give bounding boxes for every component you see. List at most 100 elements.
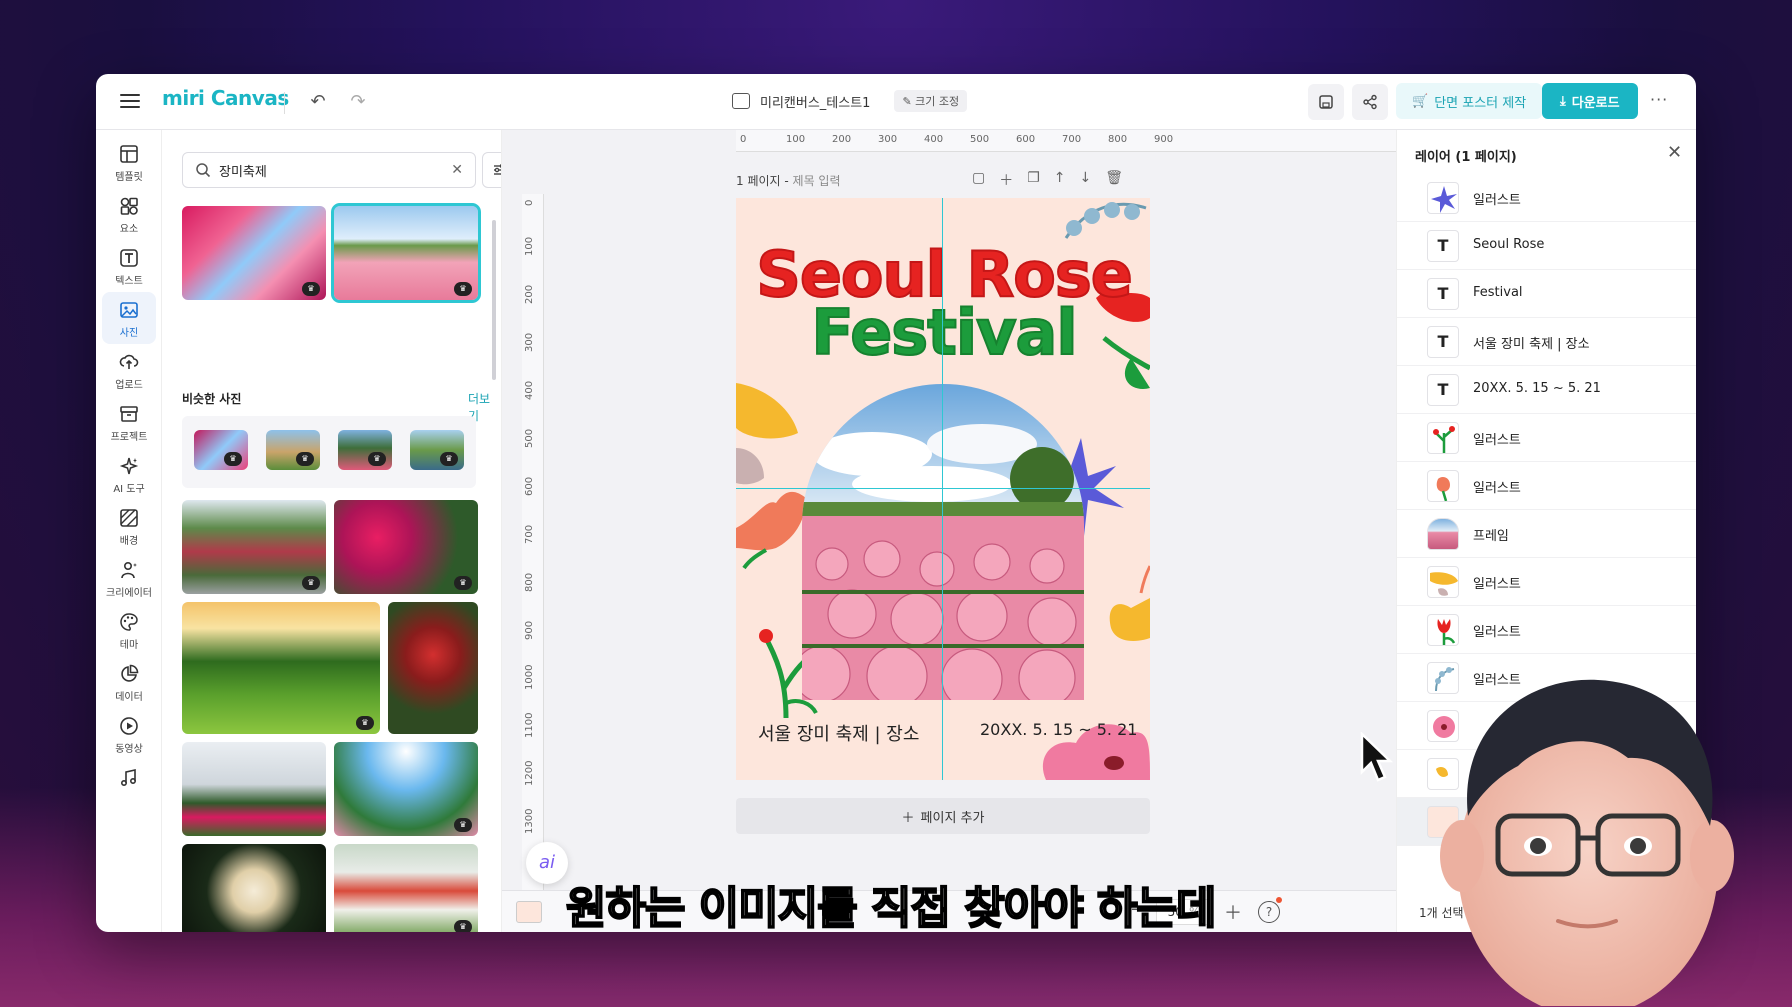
photo-rose-tunnel[interactable]: ♛ [182, 206, 326, 300]
rail-label: 데이터 [115, 692, 143, 703]
yellow-tulip-right-illustration[interactable] [1109, 565, 1150, 641]
share-icon [1363, 94, 1377, 110]
layer-row[interactable]: 일러스트 [1397, 174, 1696, 222]
poster-title-line2[interactable]: Festival [754, 295, 1134, 370]
poster-page[interactable]: Seoul Rose Festival 서울 장미 축제 | 장소 20XX. … [736, 198, 1150, 780]
photo-apartment-roses[interactable] [182, 742, 326, 836]
photo-red-flower-field[interactable]: ♛ [334, 844, 478, 932]
resize-button[interactable]: ✎ 크기 조정 [894, 90, 968, 112]
more-menu-icon[interactable]: ··· [1650, 90, 1668, 109]
yellow-flower-illustration[interactable] [736, 383, 798, 485]
save-button[interactable] [1308, 84, 1344, 120]
poster-photo-frame[interactable] [802, 384, 1084, 700]
poster-place-text[interactable]: 서울 장미 축제 | 장소 [758, 720, 919, 746]
layer-row[interactable]: T 서울 장미 축제 | 장소 [1397, 318, 1696, 366]
download-button[interactable]: ⤓ 다운로드 [1542, 83, 1638, 119]
trash-icon[interactable]: 🗑 [1105, 170, 1123, 190]
green-stalk-icon [1433, 426, 1455, 453]
rail-item-creator[interactable]: 크리에이터 [102, 552, 156, 604]
folder-icon[interactable] [732, 93, 750, 109]
move-up-icon[interactable]: ↑ [1054, 170, 1066, 190]
ruler-tick: 0 [740, 134, 747, 145]
undo-icon[interactable]: ↶ [308, 92, 328, 112]
bluebell-illustration[interactable] [1064, 202, 1147, 239]
layer-row[interactable]: 프레임 [1397, 510, 1696, 558]
share-button[interactable] [1352, 84, 1388, 120]
premium-crown-icon: ♛ [296, 452, 314, 466]
search-icon [196, 163, 211, 178]
rail-item-photo[interactable]: 사진 [102, 292, 156, 344]
photo-sky-roses[interactable]: ♛ [334, 742, 478, 836]
rail-label: 텍스트 [115, 276, 143, 287]
rail-item-theme[interactable]: 테마 [102, 604, 156, 656]
add-page-button[interactable]: ＋ 페이지 추가 [736, 798, 1150, 834]
poster-date-text[interactable]: 20XX. 5. 15 ~ 5. 21 [980, 720, 1137, 739]
similar-photo[interactable]: ♛ [410, 430, 464, 470]
filter-button[interactable] [482, 152, 501, 188]
photo-rose-field-selected[interactable]: ♛ [331, 203, 481, 303]
blue-star-flower-icon [1431, 186, 1457, 213]
duplicate-icon[interactable]: ❐ [1027, 170, 1040, 190]
rail-item-ai-tools[interactable]: AI 도구 [102, 448, 156, 500]
panel-scrollbar[interactable] [492, 220, 496, 380]
rail-item-upload[interactable]: 업로드 [102, 344, 156, 396]
layer-row[interactable]: T Seoul Rose [1397, 222, 1696, 270]
layer-row[interactable]: T Festival [1397, 270, 1696, 318]
similar-photo[interactable]: ♛ [194, 430, 248, 470]
layer-row[interactable]: T 20XX. 5. 15 ~ 5. 21 [1397, 366, 1696, 414]
rail-label: 동영상 [115, 744, 143, 755]
divider [284, 92, 285, 114]
move-down-icon[interactable]: ↓ [1080, 170, 1092, 190]
layer-name: 프레임 [1473, 529, 1509, 544]
rail-item-video[interactable]: 동영상 [102, 708, 156, 760]
center-guide-vertical [942, 198, 943, 780]
layer-name: 일러스트 [1473, 577, 1521, 592]
rail-label: 사진 [119, 328, 139, 339]
layer-row[interactable]: 일러스트 [1397, 462, 1696, 510]
photo-pink-roses[interactable]: ♛ [334, 500, 478, 594]
photo-rose-arches[interactable]: ♛ [182, 500, 326, 594]
premium-crown-icon: ♛ [440, 452, 458, 466]
ruler-tick: 200 [524, 284, 535, 304]
rail-item-template[interactable]: 템플릿 [102, 136, 156, 188]
layer-name: 일러스트 [1473, 433, 1521, 448]
menu-icon[interactable] [118, 90, 142, 114]
music-icon [120, 769, 137, 787]
orange-tulip-illustration[interactable] [736, 491, 806, 570]
close-icon[interactable]: ✕ [1667, 142, 1682, 163]
similar-photo[interactable]: ♛ [338, 430, 392, 470]
rail-item-text[interactable]: 텍스트 [102, 240, 156, 292]
premium-crown-icon: ♛ [454, 576, 472, 590]
page-icon[interactable]: ▢ [972, 170, 985, 190]
page-title-input[interactable]: 제목 입력 [793, 174, 841, 188]
page-color-swatch[interactable] [516, 901, 542, 923]
ai-tools-icon [119, 457, 139, 475]
photo-red-roses[interactable] [388, 602, 478, 734]
rail-item-data[interactable]: 데이터 [102, 656, 156, 708]
add-icon[interactable]: ＋ [999, 170, 1013, 190]
rail-item-audio[interactable] [102, 760, 156, 812]
redo-icon[interactable]: ↷ [348, 92, 368, 112]
layer-row[interactable]: 일러스트 [1397, 558, 1696, 606]
ai-assistant-button[interactable]: ai [526, 842, 568, 884]
rail-item-elements[interactable]: 요소 [102, 188, 156, 240]
photo-white-roses[interactable] [182, 844, 326, 932]
photo-green-hills[interactable]: ♛ [182, 602, 380, 734]
layer-row[interactable]: 일러스트 [1397, 414, 1696, 462]
clear-search-icon[interactable]: ✕ [451, 162, 463, 178]
rail-label: 요소 [119, 224, 139, 235]
premium-crown-icon: ♛ [368, 452, 386, 466]
premium-crown-icon: ♛ [356, 716, 374, 730]
save-icon [1319, 95, 1333, 109]
app-logo[interactable]: miri Canvas [162, 86, 289, 110]
layer-row[interactable]: 일러스트 [1397, 606, 1696, 654]
help-icon[interactable]: ? [1258, 901, 1280, 923]
ruler-tick: 1300 [524, 808, 535, 834]
document-title[interactable]: 미리캔버스_테스트1 [760, 92, 870, 111]
poster-print-button[interactable]: 🛒 단면 포스터 제작 [1396, 83, 1543, 119]
zoom-in-icon[interactable]: ＋ [1224, 899, 1242, 925]
search-input[interactable] [219, 162, 452, 178]
rail-item-background[interactable]: 배경 [102, 500, 156, 552]
rail-item-project[interactable]: 프로젝트 [102, 396, 156, 448]
similar-photo[interactable]: ♛ [266, 430, 320, 470]
